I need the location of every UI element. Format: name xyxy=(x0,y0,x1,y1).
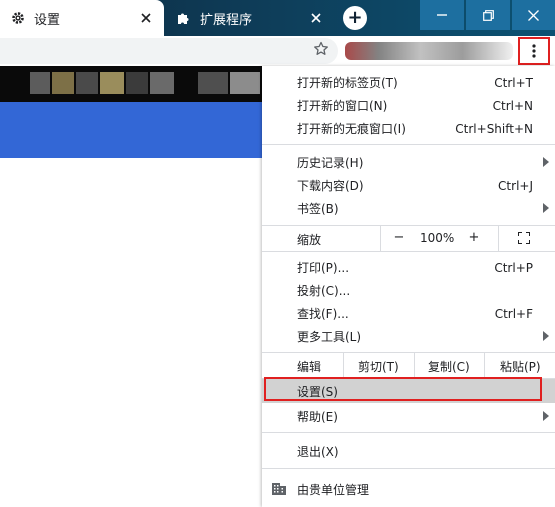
close-icon[interactable] xyxy=(138,10,154,26)
menu-item-label: 查找(F)... xyxy=(297,307,349,321)
blurred-bookmark xyxy=(126,72,148,94)
edit-divider xyxy=(414,353,415,378)
blurred-bookmark xyxy=(100,72,124,94)
menu-downloads[interactable]: 下载内容(D) Ctrl+J xyxy=(262,174,555,197)
menu-item-shortcut: Ctrl+P xyxy=(494,260,533,275)
menu-item-label: 打开新的窗口(N) xyxy=(297,99,388,113)
copy-button[interactable]: 复制(C) xyxy=(428,358,470,375)
managed-label: 由贵单位管理 xyxy=(297,483,370,497)
blurred-bookmark xyxy=(150,72,174,94)
toolbar xyxy=(0,36,555,67)
menu-item-shortcut: Ctrl+T xyxy=(494,75,533,90)
zoom-level: 100% xyxy=(420,231,455,245)
zoom-out-button[interactable]: − xyxy=(389,230,409,245)
menu-item-label: 打印(P)... xyxy=(297,261,350,275)
blurred-bookmark xyxy=(52,72,74,94)
cut-button[interactable]: 剪切(T) xyxy=(358,358,399,375)
blurred-bookmarks-bar xyxy=(0,66,262,102)
close-icon[interactable] xyxy=(308,10,324,26)
menu-item-label: 打开新的标签页(T) xyxy=(297,76,398,90)
minimize-button[interactable] xyxy=(420,0,464,30)
menu-divider xyxy=(262,251,555,252)
menu-print[interactable]: 打印(P)... Ctrl+P xyxy=(262,256,555,279)
menu-item-label: 历史记录(H) xyxy=(297,156,364,170)
gear-icon xyxy=(10,10,26,26)
menu-item-shortcut: Ctrl+F xyxy=(494,306,533,321)
tab-label: 设置 xyxy=(34,12,61,28)
chevron-right-icon xyxy=(543,157,549,167)
more-vert-icon xyxy=(532,44,536,58)
tab-settings[interactable]: 设置 xyxy=(0,0,164,36)
menu-settings[interactable]: 设置(S) xyxy=(262,379,555,403)
plus-icon: + xyxy=(347,7,363,28)
menu-exit[interactable]: 退出(X) xyxy=(262,440,555,463)
edit-divider xyxy=(484,353,485,378)
menu-bookmarks[interactable]: 书签(B) xyxy=(262,197,555,220)
menu-item-shortcut: Ctrl+J xyxy=(498,178,533,193)
blurred-bookmark xyxy=(76,72,98,94)
tab-extensions[interactable]: 扩展程序 xyxy=(166,0,334,36)
chevron-right-icon xyxy=(543,331,549,341)
tab-label: 扩展程序 xyxy=(200,12,253,28)
menu-more-tools[interactable]: 更多工具(L) xyxy=(262,325,555,348)
menu-item-label: 设置(S) xyxy=(297,384,338,399)
edit-label: 编辑 xyxy=(297,360,322,374)
chrome-menu: 打开新的标签页(T) Ctrl+T 打开新的窗口(N) Ctrl+N 打开新的无… xyxy=(262,66,555,507)
restore-icon xyxy=(482,9,494,21)
restore-button[interactable] xyxy=(466,0,510,30)
page-header-bar xyxy=(0,102,262,158)
zoom-row: 缩放 − 100% + xyxy=(262,226,555,251)
blurred-extensions-area xyxy=(345,42,513,60)
menu-item-label: 书签(B) xyxy=(297,202,339,216)
zoom-label: 缩放 xyxy=(297,233,322,247)
minimize-icon xyxy=(437,14,447,16)
window-close-button[interactable] xyxy=(512,0,555,30)
chevron-right-icon xyxy=(543,203,549,213)
blurred-bookmark xyxy=(198,72,228,94)
new-tab-button[interactable]: + xyxy=(343,6,367,30)
menu-item-label: 退出(X) xyxy=(297,445,339,459)
edit-divider xyxy=(343,353,344,378)
menu-item-label: 帮助(E) xyxy=(297,410,338,424)
menu-item-label: 打开新的无痕窗口(I) xyxy=(297,122,406,136)
menu-item-label: 投射(C)... xyxy=(297,284,351,298)
blurred-bookmark xyxy=(30,72,50,94)
menu-item-shortcut: Ctrl+N xyxy=(492,98,533,113)
puzzle-icon xyxy=(176,10,192,26)
menu-new-tab[interactable]: 打开新的标签页(T) Ctrl+T xyxy=(262,71,555,94)
menu-new-window[interactable]: 打开新的窗口(N) Ctrl+N xyxy=(262,94,555,117)
address-bar[interactable] xyxy=(0,38,338,64)
edit-row: 编辑 剪切(T) 复制(C) 粘贴(P) xyxy=(262,353,555,378)
close-icon xyxy=(528,9,539,21)
menu-history[interactable]: 历史记录(H) xyxy=(262,151,555,174)
managed-by-org[interactable]: 由贵单位管理 xyxy=(262,475,555,501)
zoom-divider xyxy=(498,226,499,251)
building-icon xyxy=(272,483,286,495)
zoom-divider xyxy=(380,226,381,251)
menu-button[interactable] xyxy=(518,37,550,65)
menu-help[interactable]: 帮助(E) xyxy=(262,405,555,428)
zoom-in-button[interactable]: + xyxy=(464,230,484,245)
menu-divider xyxy=(262,468,555,469)
menu-new-incognito-window[interactable]: 打开新的无痕窗口(I) Ctrl+Shift+N xyxy=(262,117,555,140)
menu-item-shortcut: Ctrl+Shift+N xyxy=(455,121,533,136)
menu-divider xyxy=(262,144,555,145)
menu-find[interactable]: 查找(F)... Ctrl+F xyxy=(262,302,555,325)
menu-item-label: 更多工具(L) xyxy=(297,330,362,344)
blurred-bookmark xyxy=(230,72,260,94)
chevron-right-icon xyxy=(543,411,549,421)
paste-button[interactable]: 粘贴(P) xyxy=(500,358,541,375)
menu-item-label: 下载内容(D) xyxy=(297,179,364,193)
menu-divider xyxy=(262,432,555,433)
bookmark-star-icon[interactable] xyxy=(313,41,329,57)
menu-cast[interactable]: 投射(C)... xyxy=(262,279,555,302)
fullscreen-icon[interactable] xyxy=(518,232,530,244)
